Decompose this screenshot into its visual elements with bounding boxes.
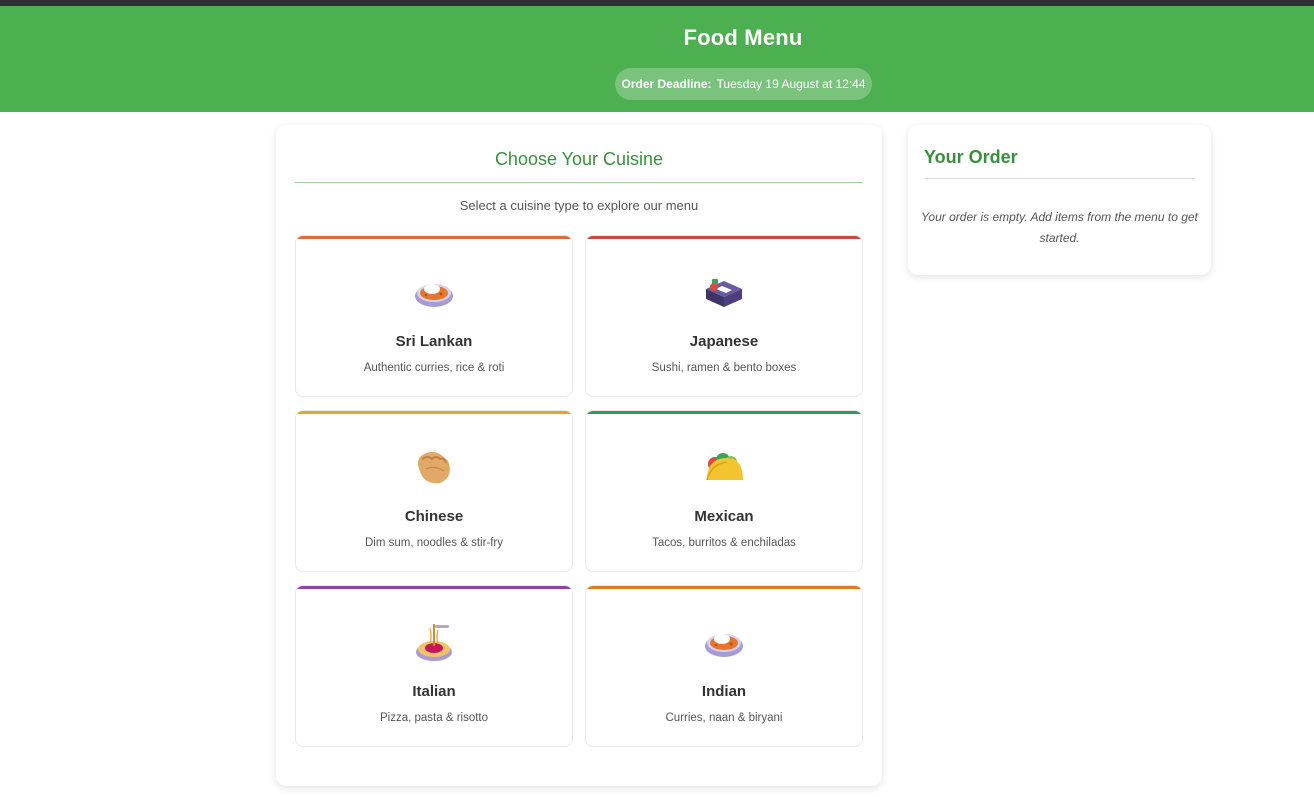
cuisine-description: Sushi, ramen & bento boxes bbox=[651, 362, 797, 374]
curry-rice-icon bbox=[296, 272, 572, 312]
menu-subtitle: Select a cuisine type to explore our men… bbox=[459, 198, 699, 213]
cuisine-name: Sri Lankan bbox=[395, 333, 473, 350]
cuisine-card-japanese[interactable]: Japanese Sushi, ramen & bento boxes bbox=[585, 235, 863, 397]
cuisine-card-indian[interactable]: Indian Curries, naan & biryani bbox=[585, 585, 863, 747]
order-empty-message: Your order is empty. Add items from the … bbox=[921, 210, 1198, 245]
cuisine-card-chinese[interactable]: Chinese Dim sum, noodles & stir-fry bbox=[295, 410, 573, 572]
cuisine-description: Dim sum, noodles & stir-fry bbox=[364, 537, 504, 549]
cuisine-description: Authentic curries, rice & roti bbox=[363, 362, 505, 374]
cuisine-description: Tacos, burritos & enchiladas bbox=[652, 537, 796, 549]
cuisine-name: Japanese bbox=[689, 333, 759, 350]
menu-divider bbox=[295, 182, 863, 183]
cuisine-menu-panel: Choose Your Cuisine Select a cuisine typ… bbox=[276, 125, 882, 786]
order-deadline-badge: Order Deadline: Tuesday 19 August at 12:… bbox=[615, 68, 872, 100]
card-accent-bar bbox=[296, 586, 572, 589]
cuisine-name: Indian bbox=[701, 683, 747, 700]
order-panel: Your Order Your order is empty. Add item… bbox=[908, 125, 1211, 275]
taco-icon bbox=[586, 447, 862, 487]
card-accent-bar bbox=[586, 586, 862, 589]
cuisine-card-italian[interactable]: Italian Pizza, pasta & risotto bbox=[295, 585, 573, 747]
bento-box-icon bbox=[586, 272, 862, 312]
cuisine-description: Curries, naan & biryani bbox=[665, 712, 783, 724]
cuisine-card-sri-lankan[interactable]: Sri Lankan Authentic curries, rice & rot… bbox=[295, 235, 573, 397]
card-accent-bar bbox=[296, 236, 572, 239]
deadline-value: Tuesday 19 August at 12:44 bbox=[716, 77, 866, 91]
order-title: Your Order bbox=[924, 147, 1018, 167]
card-accent-bar bbox=[586, 236, 862, 239]
page-header: Food Menu Order Deadline: Tuesday 19 Aug… bbox=[0, 6, 1314, 112]
dumpling-icon bbox=[296, 447, 572, 487]
curry-rice-icon bbox=[586, 622, 862, 662]
card-accent-bar bbox=[586, 411, 862, 414]
cuisine-name: Mexican bbox=[694, 508, 754, 525]
cuisine-description: Pizza, pasta & risotto bbox=[379, 712, 489, 724]
cuisine-card-mexican[interactable]: Mexican Tacos, burritos & enchiladas bbox=[585, 410, 863, 572]
spaghetti-icon bbox=[296, 622, 572, 662]
menu-title: Choose Your Cuisine bbox=[494, 149, 664, 169]
page-title: Food Menu bbox=[683, 25, 803, 50]
deadline-label: Order Deadline: bbox=[621, 77, 712, 91]
cuisine-name: Italian bbox=[412, 683, 456, 700]
card-accent-bar bbox=[296, 411, 572, 414]
order-divider bbox=[924, 178, 1195, 179]
cuisine-name: Chinese bbox=[404, 508, 464, 525]
